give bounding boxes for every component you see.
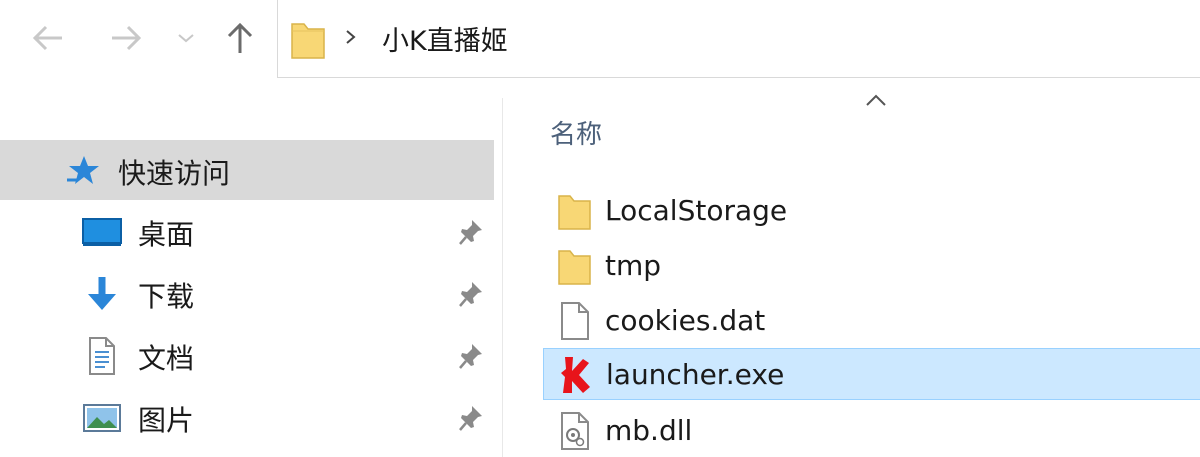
file-row-tmp[interactable]: tmp (543, 240, 1200, 292)
back-arrow-icon (32, 25, 62, 51)
pin-icon[interactable] (458, 404, 484, 436)
sidebar-item-desktop[interactable]: 桌面 (0, 204, 494, 260)
recent-locations-button[interactable] (172, 18, 200, 58)
file-name: cookies.dat (605, 304, 766, 337)
file-row-cookies[interactable]: cookies.dat (543, 295, 1200, 347)
desktop-icon (80, 214, 124, 250)
file-explorer-window: 小K直播姬 快速访问 桌面 下载 文档 图片 名称 LocalStorage t… (0, 0, 1200, 457)
pin-icon[interactable] (458, 218, 484, 250)
app-icon (556, 355, 596, 395)
file-icon (555, 301, 595, 341)
navigation-pane: 快速访问 桌面 下载 文档 图片 (0, 98, 502, 457)
file-list-pane: 名称 LocalStorage tmp cookies.dat launcher… (503, 78, 1200, 457)
pictures-icon (80, 400, 124, 436)
up-button[interactable] (220, 18, 260, 58)
file-row-launcher[interactable]: launcher.exe (543, 348, 1200, 400)
folder-icon (555, 246, 595, 286)
breadcrumb-current-folder[interactable]: 小K直播姬 (382, 19, 508, 58)
sidebar-item-label: 图片 (138, 404, 195, 437)
sidebar-item-label: 桌面 (138, 218, 195, 251)
pin-icon[interactable] (458, 280, 484, 312)
folder-icon (290, 18, 328, 64)
pin-icon[interactable] (458, 342, 484, 374)
sidebar-item-label: 下载 (138, 280, 195, 313)
file-name: launcher.exe (606, 358, 785, 391)
back-button[interactable] (28, 18, 68, 58)
breadcrumb-chevron-icon[interactable] (344, 24, 358, 54)
chevron-down-icon (178, 34, 194, 43)
sidebar-item-quick-access[interactable]: 快速访问 (0, 140, 494, 200)
column-header-name[interactable]: 名称 (550, 114, 602, 151)
up-arrow-icon (227, 22, 253, 53)
sidebar-item-downloads[interactable]: 下载 (0, 266, 494, 322)
file-name: LocalStorage (605, 194, 788, 227)
sort-ascending-icon (865, 92, 887, 111)
dll-icon (555, 411, 595, 451)
sidebar-item-label: 文档 (138, 342, 195, 375)
forward-button[interactable] (106, 18, 146, 58)
file-row-mb-dll[interactable]: mb.dll (543, 405, 1200, 457)
folder-icon (555, 191, 595, 231)
file-name: mb.dll (605, 414, 693, 447)
document-icon (80, 337, 124, 375)
sidebar-item-pictures[interactable]: 图片 (0, 390, 494, 446)
file-row-localstorage[interactable]: LocalStorage (543, 185, 1200, 237)
navigation-bar: 小K直播姬 (0, 0, 1200, 78)
sidebar-item-label: 快速访问 (118, 157, 231, 190)
forward-arrow-icon (112, 25, 142, 51)
sidebar-item-documents[interactable]: 文档 (0, 328, 494, 384)
star-icon (66, 154, 102, 190)
file-name: tmp (605, 249, 662, 282)
download-icon (80, 276, 124, 312)
address-bar[interactable]: 小K直播姬 (277, 0, 1200, 78)
